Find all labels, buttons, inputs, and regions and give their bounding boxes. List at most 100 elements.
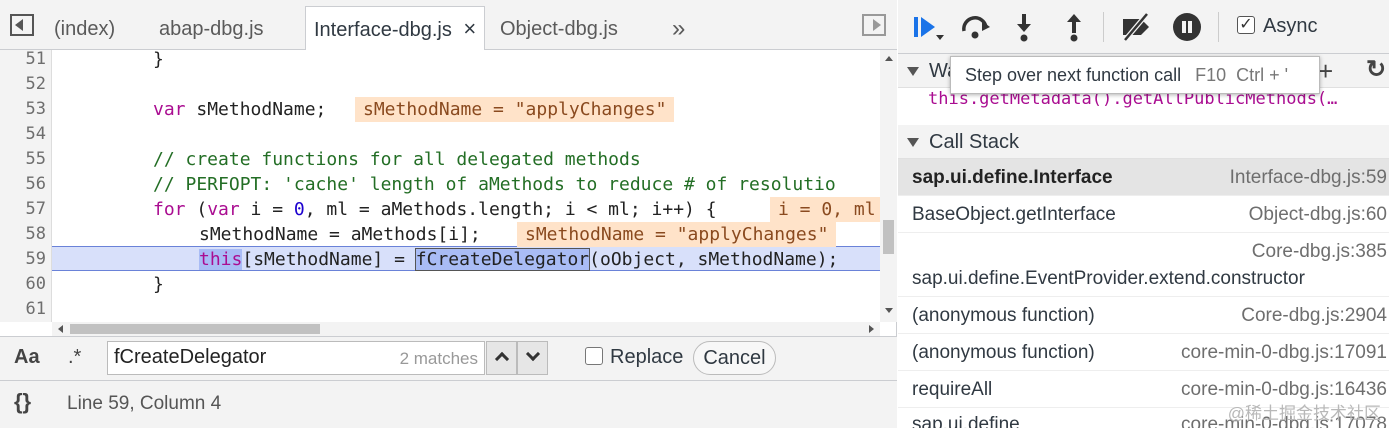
code-line-current: this[sMethodName] = fCreateDelegator(oOb… [199, 247, 838, 272]
callstack-title: Call Stack [929, 131, 1020, 153]
frame-function: (anonymous function) [912, 305, 1095, 326]
code-comment: // create functions for all delegated me… [153, 149, 641, 170]
watermark: @稀土掘金技术社区 [1227, 404, 1381, 423]
search-value: fCreateDelegator [114, 346, 267, 368]
search-match: fCreateDelegator [414, 248, 591, 271]
search-bar: Aa .* fCreateDelegator 2 matches Replace… [0, 336, 897, 380]
callstack-section-header[interactable]: Call Stack [898, 125, 1389, 159]
inline-value: sMethodName = "applyChanges" [355, 97, 675, 122]
toggle-navigator-icon[interactable] [10, 14, 34, 36]
collapse-triangle-icon [907, 67, 919, 76]
async-label: Async [1263, 15, 1318, 37]
cursor-position: Line 59, Column 4 [67, 393, 222, 414]
separator [1218, 12, 1219, 42]
line-number[interactable]: 60 [0, 272, 46, 297]
code-line: } [153, 274, 164, 295]
step-into-button[interactable] [1014, 12, 1034, 42]
scroll-right-icon[interactable] [869, 325, 874, 333]
search-input[interactable]: fCreateDelegator 2 matches [107, 341, 485, 375]
horizontal-scrollbar[interactable] [52, 322, 880, 336]
line-number[interactable]: 55 [0, 147, 46, 172]
callstack-frame[interactable]: BaseObject.getInterface Object-dbg.js:60 [898, 196, 1389, 233]
code-line: for (var i = 0, ml = aMethods.length; i … [153, 197, 717, 222]
frame-location: Interface-dbg.js:59 [1229, 167, 1387, 188]
step-into-icon [1017, 14, 1031, 42]
line-number[interactable]: 59 [0, 247, 46, 272]
deactivate-breakpoints-icon [1123, 12, 1149, 42]
frame-function: sap.ui.define.EventProvider.extend.const… [912, 268, 1305, 289]
tab-label: Interface-dbg.js [314, 19, 452, 41]
code-comment: // PERFOPT: 'cache' length of aMethods t… [153, 174, 836, 195]
keyword: var [153, 99, 186, 120]
scroll-thumb[interactable] [883, 220, 894, 254]
tab-abap-dbg[interactable]: abap-dbg.js [159, 8, 264, 50]
toggle-debugger-icon[interactable] [862, 14, 886, 36]
line-number[interactable]: 61 [0, 297, 46, 322]
cancel-button[interactable]: Cancel [693, 341, 776, 375]
scroll-thumb[interactable] [70, 324, 320, 334]
inline-value: sMethodName = "applyChanges" [517, 222, 837, 247]
line-number[interactable]: 56 [0, 172, 46, 197]
vertical-scrollbar[interactable] [880, 50, 897, 322]
scroll-up-icon[interactable] [885, 56, 893, 61]
pretty-print-icon[interactable]: {} [14, 389, 31, 415]
step-over-button[interactable] [960, 13, 992, 41]
refresh-icon[interactable]: ↻ [1366, 53, 1386, 87]
step-out-button[interactable] [1064, 12, 1084, 42]
callstack-frame[interactable]: sap.ui.define.Interface Interface-dbg.js… [898, 159, 1389, 196]
callstack-frame[interactable]: (anonymous function) Core-dbg.js:2904 [898, 297, 1389, 334]
line-number[interactable]: 51 [0, 50, 46, 72]
code-text: [sMethodName] = [242, 249, 416, 270]
chevron-down-icon [525, 346, 540, 362]
resume-button[interactable] [914, 15, 944, 40]
separator [1103, 12, 1104, 42]
deactivate-breakpoints-button[interactable] [1119, 12, 1153, 42]
resume-icon [914, 17, 918, 37]
frame-location: core-min-0-dbg.js:17091 [1181, 342, 1387, 363]
match-case-toggle[interactable]: Aa [14, 346, 40, 369]
collapse-triangle-icon [907, 138, 919, 147]
scroll-left-icon[interactable] [58, 325, 63, 333]
sources-panel: (index) abap-dbg.js Interface-dbg.js × O… [0, 0, 897, 428]
next-match-button[interactable] [517, 341, 548, 375]
frame-location: Object-dbg.js:60 [1248, 204, 1387, 225]
frame-location: Core-dbg.js:385 [1251, 241, 1387, 262]
match-count: 2 matches [399, 349, 478, 368]
code-text: i = [239, 199, 294, 220]
regex-toggle[interactable]: .* [68, 346, 81, 369]
frame-function: sap.ui.define [912, 414, 1020, 428]
pause-on-exceptions-button[interactable] [1173, 13, 1201, 41]
frame-function: (anonymous function) [912, 342, 1095, 363]
number: 0 [293, 199, 305, 220]
code-line: } [153, 50, 164, 70]
tab-object-dbg[interactable]: Object-dbg.js [500, 8, 618, 50]
replace-checkbox[interactable] [585, 347, 603, 365]
frame-location: Core-dbg.js:2904 [1241, 305, 1387, 326]
debugger-toolbar: ✓ Async [898, 0, 1389, 54]
line-number[interactable]: 53 [0, 97, 46, 122]
line-number[interactable]: 57 [0, 197, 46, 222]
callstack-frame[interactable]: (anonymous function) core-min-0-dbg.js:1… [898, 334, 1389, 371]
previous-match-button[interactable] [486, 341, 517, 375]
frame-function: BaseObject.getInterface [912, 204, 1116, 225]
frame-function: sap.ui.define.Interface [912, 167, 1113, 188]
status-bar: {} Line 59, Column 4 [0, 380, 897, 428]
async-checkbox[interactable]: ✓ [1237, 16, 1255, 34]
code-editor[interactable]: 51 52 53 54 55 56 57 58 59 60 61 62 } va… [0, 50, 880, 322]
step-over-tooltip: Step over next function call F10 Ctrl + ' [950, 56, 1320, 94]
more-tabs-icon[interactable]: » [672, 8, 685, 50]
line-number[interactable]: 52 [0, 72, 46, 97]
line-number[interactable]: 58 [0, 222, 46, 247]
keyword: var [207, 199, 240, 220]
scroll-down-icon[interactable] [885, 308, 893, 313]
tab-index[interactable]: (index) [54, 8, 115, 50]
frame-location: core-min-0-dbg.js:16436 [1181, 379, 1387, 400]
code-text: sMethodName; [185, 99, 327, 120]
callstack-frame[interactable]: Core-dbg.js:385 sap.ui.define.EventProvi… [898, 233, 1389, 297]
tooltip-shortcut: F10 [1195, 65, 1227, 85]
tab-interface-dbg[interactable]: Interface-dbg.js × [305, 6, 486, 50]
line-number[interactable]: 54 [0, 122, 46, 147]
add-watch-icon[interactable]: + [1318, 54, 1333, 88]
code-text: , ml = aMethods.length; i < ml; i++) { [304, 199, 717, 220]
close-icon[interactable]: × [463, 16, 476, 41]
